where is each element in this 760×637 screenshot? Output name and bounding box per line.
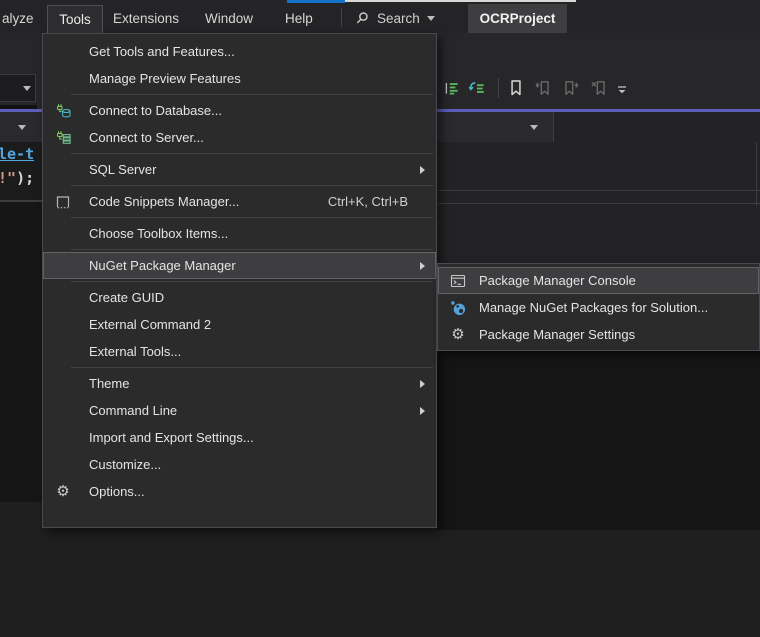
panel-divider <box>437 190 760 191</box>
menu-item-sql-server[interactable]: SQL Server <box>43 156 436 183</box>
combobox-caret-icon <box>23 86 31 91</box>
menubar-item-tools[interactable]: Tools <box>47 5 103 33</box>
gear-icon: ⚙ <box>54 484 72 500</box>
menubar-item-extensions[interactable]: Extensions <box>113 5 179 33</box>
console-icon <box>449 273 467 289</box>
submenu-arrow-icon <box>420 262 425 270</box>
menu-item-label: Create GUID <box>89 290 164 305</box>
toolbar-separator <box>498 78 499 98</box>
next-bookmark-icon[interactable] <box>562 79 580 97</box>
panel-edge <box>756 142 757 206</box>
nuget-icon <box>449 300 467 316</box>
menu-separator <box>71 185 433 186</box>
clear-bookmarks-icon[interactable] <box>590 79 608 97</box>
menu-item-label: Connect to Server... <box>89 130 204 145</box>
search-dropdown-caret-icon <box>427 16 435 21</box>
right-panel <box>437 142 760 263</box>
menu-item-label: Options... <box>89 484 145 499</box>
nav-right-caret-icon <box>530 125 538 130</box>
toggle-bookmark-icon[interactable] <box>507 79 525 97</box>
toolbar-list-icon[interactable] <box>443 79 461 97</box>
menu-item-label: SQL Server <box>89 162 156 177</box>
menu-item-label: Choose Toolbox Items... <box>89 226 228 241</box>
menubar-item-analyze-partial[interactable]: alyze <box>2 5 34 33</box>
menu-separator <box>71 217 433 218</box>
menu-item-get-tools-and-features[interactable]: Get Tools and Features... <box>43 38 436 65</box>
menu-item-label: Code Snippets Manager... <box>89 194 239 209</box>
menu-item-label: Manage Preview Features <box>89 71 241 86</box>
menu-separator <box>71 249 433 250</box>
tools-menu: Get Tools and Features... Manage Preview… <box>42 33 437 528</box>
top-accent-white <box>345 0 576 2</box>
menu-item-connect-to-database[interactable]: Connect to Database... <box>43 97 436 124</box>
search-icon <box>355 11 370 26</box>
menu-item-connect-to-server[interactable]: Connect to Server... <box>43 124 436 151</box>
nuget-submenu: Package Manager Console Manage NuGet Pac… <box>437 263 760 351</box>
submenu-arrow-icon <box>420 407 425 415</box>
menu-item-label: External Command 2 <box>89 317 211 332</box>
menu-item-external-tools[interactable]: External Tools... <box>43 338 436 365</box>
toolbar-combobox[interactable] <box>0 74 36 102</box>
previous-bookmark-icon[interactable] <box>534 79 552 97</box>
menu-separator <box>71 153 433 154</box>
connect-server-icon <box>54 130 72 146</box>
panel-divider <box>437 203 760 204</box>
menu-item-label: Import and Export Settings... <box>89 430 254 445</box>
gear-icon: ⚙ <box>449 327 467 343</box>
menu-separator <box>71 367 433 368</box>
menubar-item-window[interactable]: Window <box>205 5 253 33</box>
menu-item-label: Manage NuGet Packages for Solution... <box>479 300 708 315</box>
menu-item-theme[interactable]: Theme <box>43 370 436 397</box>
lower-editor-region <box>437 351 760 530</box>
nav-left-caret-icon <box>18 125 26 130</box>
menu-item-label: Package Manager Settings <box>479 327 635 342</box>
editor-lower-slice <box>0 202 42 502</box>
menu-item-label: Customize... <box>89 457 161 472</box>
menu-item-manage-preview-features[interactable]: Manage Preview Features <box>43 65 436 92</box>
project-button[interactable]: OCRProject <box>468 4 567 33</box>
menu-separator <box>71 94 433 95</box>
menubar-divider <box>341 8 342 27</box>
menu-item-choose-toolbox-items[interactable]: Choose Toolbox Items... <box>43 220 436 247</box>
menu-item-label: Theme <box>89 376 129 391</box>
menubar: alyze Extensions Window Help Search OCRP… <box>0 0 760 33</box>
search-box[interactable]: Search <box>355 5 435 31</box>
top-accent-blue <box>287 0 345 3</box>
submenu-arrow-icon <box>420 166 425 174</box>
menu-shortcut: Ctrl+K, Ctrl+B <box>328 194 408 209</box>
toolbar-overflow-icon[interactable] <box>615 83 633 101</box>
menu-item-label: Package Manager Console <box>479 273 636 288</box>
submenu-item-package-manager-settings[interactable]: ⚙ Package Manager Settings <box>438 321 759 348</box>
code-line-1: le-t <box>0 145 34 163</box>
menu-item-label: External Tools... <box>89 344 181 359</box>
menu-item-create-guid[interactable]: Create GUID <box>43 284 436 311</box>
toolbar-list-arrow-icon[interactable] <box>468 79 486 97</box>
menu-item-label: Command Line <box>89 403 177 418</box>
search-label: Search <box>377 11 420 26</box>
menu-item-label: Get Tools and Features... <box>89 44 235 59</box>
menu-item-code-snippets-manager[interactable]: Code Snippets Manager... Ctrl+K, Ctrl+B <box>43 188 436 215</box>
menu-separator <box>71 281 433 282</box>
submenu-arrow-icon <box>420 380 425 388</box>
submenu-item-manage-nuget-packages-for-solution[interactable]: Manage NuGet Packages for Solution... <box>438 294 759 321</box>
vs-window: alyze Extensions Window Help Search OCRP… <box>0 0 760 637</box>
submenu-item-package-manager-console[interactable]: Package Manager Console <box>438 267 759 294</box>
menu-item-options[interactable]: ⚙ Options... <box>43 478 436 505</box>
connect-database-icon <box>54 103 72 119</box>
code-line-2: !"); <box>0 169 34 187</box>
code-editor[interactable]: le-t !"); <box>0 142 42 200</box>
menu-item-command-line[interactable]: Command Line <box>43 397 436 424</box>
code-snippets-icon <box>54 194 72 210</box>
menubar-item-help[interactable]: Help <box>285 5 313 33</box>
menu-item-label: NuGet Package Manager <box>89 258 236 273</box>
menu-item-nuget-package-manager[interactable]: NuGet Package Manager <box>43 252 436 279</box>
menu-item-import-and-export-settings[interactable]: Import and Export Settings... <box>43 424 436 451</box>
menu-item-external-command-2[interactable]: External Command 2 <box>43 311 436 338</box>
menu-item-customize[interactable]: Customize... <box>43 451 436 478</box>
menu-item-label: Connect to Database... <box>89 103 222 118</box>
